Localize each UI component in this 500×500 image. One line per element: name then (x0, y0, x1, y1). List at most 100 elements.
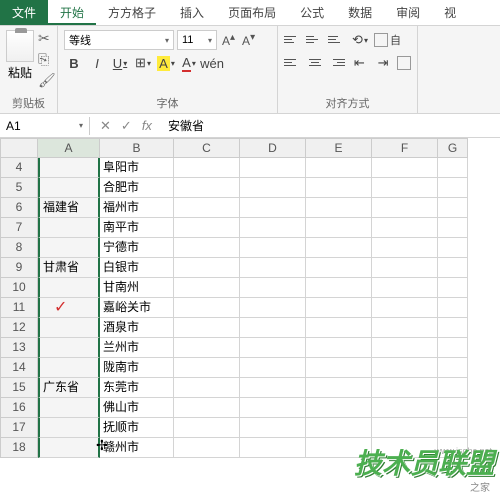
cell[interactable] (438, 418, 468, 438)
tab-home[interactable]: 开始 (48, 0, 96, 25)
row-header[interactable]: 14 (0, 358, 38, 378)
cell[interactable] (438, 338, 468, 358)
cell[interactable] (174, 158, 240, 178)
row-header[interactable]: 15 (0, 378, 38, 398)
orientation-button[interactable]: ⟲▾ (350, 30, 370, 50)
wrap-text-button[interactable]: 自 (374, 30, 401, 50)
cell[interactable] (306, 278, 372, 298)
cell[interactable] (38, 218, 100, 238)
cell[interactable] (306, 358, 372, 378)
cell[interactable] (306, 218, 372, 238)
cell[interactable] (438, 378, 468, 398)
cell[interactable] (306, 378, 372, 398)
cell[interactable] (306, 238, 372, 258)
row-header[interactable]: 9 (0, 258, 38, 278)
cell[interactable]: 抚顺市 (100, 418, 174, 438)
indent-increase-button[interactable]: ⇥ (373, 53, 393, 73)
cell[interactable]: 甘肃省 (38, 258, 100, 278)
align-top-button[interactable] (284, 30, 302, 48)
column-header-d[interactable]: D (240, 138, 306, 158)
align-bottom-button[interactable] (328, 30, 346, 48)
tab-data[interactable]: 数据 (336, 0, 384, 25)
cell[interactable] (240, 378, 306, 398)
cell[interactable] (438, 278, 468, 298)
tab-view[interactable]: 视 (432, 0, 468, 25)
cell[interactable] (438, 358, 468, 378)
cell[interactable] (38, 178, 100, 198)
cell[interactable] (240, 158, 306, 178)
cell[interactable] (306, 318, 372, 338)
cell[interactable] (38, 438, 100, 458)
cell[interactable]: 甘南州 (100, 278, 174, 298)
column-header-b[interactable]: B (100, 138, 174, 158)
bold-button[interactable]: B (64, 53, 84, 73)
paste-button[interactable]: 粘贴 (6, 30, 34, 89)
copy-icon[interactable]: ⎘ (38, 51, 56, 68)
cell[interactable] (372, 398, 438, 418)
row-header[interactable]: 17 (0, 418, 38, 438)
row-header[interactable]: 8 (0, 238, 38, 258)
cell[interactable] (240, 178, 306, 198)
cell[interactable] (438, 198, 468, 218)
row-header[interactable]: 16 (0, 398, 38, 418)
tab-review[interactable]: 审阅 (384, 0, 432, 25)
tab-formula[interactable]: 公式 (288, 0, 336, 25)
cell[interactable] (174, 198, 240, 218)
row-header[interactable]: 12 (0, 318, 38, 338)
phonetic-button[interactable]: wén (202, 53, 222, 73)
column-header-a[interactable]: A (38, 138, 100, 158)
cell[interactable]: 合肥市 (100, 178, 174, 198)
cell[interactable] (240, 338, 306, 358)
column-header-e[interactable]: E (306, 138, 372, 158)
cell[interactable]: 兰州市 (100, 338, 174, 358)
cell[interactable]: 嘉峪关市 (100, 298, 174, 318)
cell[interactable] (174, 418, 240, 438)
tab-file[interactable]: 文件 (0, 0, 48, 25)
cell[interactable] (306, 198, 372, 218)
formula-input[interactable]: 安徽省 (162, 115, 500, 136)
cell[interactable]: 福建省 (38, 198, 100, 218)
cell[interactable] (174, 238, 240, 258)
cell[interactable] (372, 318, 438, 338)
cell[interactable] (372, 338, 438, 358)
cell[interactable]: 阜阳市 (100, 158, 174, 178)
cell[interactable] (174, 298, 240, 318)
cell[interactable] (306, 338, 372, 358)
underline-button[interactable]: U▾ (110, 53, 130, 73)
cell[interactable] (38, 278, 100, 298)
cell[interactable] (240, 438, 306, 458)
cell[interactable] (372, 218, 438, 238)
select-all-corner[interactable] (0, 138, 38, 158)
cell[interactable] (306, 258, 372, 278)
cell[interactable]: 东莞市 (100, 378, 174, 398)
cell[interactable]: 广东省 (38, 378, 100, 398)
cell[interactable] (174, 378, 240, 398)
cell[interactable]: 白银市 (100, 258, 174, 278)
cell[interactable] (38, 158, 100, 178)
cell[interactable] (174, 338, 240, 358)
italic-button[interactable]: I (87, 53, 107, 73)
row-header[interactable]: 10 (0, 278, 38, 298)
cell[interactable] (38, 238, 100, 258)
border-button[interactable]: ⊞▾ (133, 53, 153, 73)
enter-icon[interactable]: ✓ (121, 118, 132, 134)
cell[interactable]: 酒泉市 (100, 318, 174, 338)
row-header[interactable]: 6 (0, 198, 38, 218)
row-header[interactable]: 11 (0, 298, 38, 318)
font-color-button[interactable]: A▾ (179, 53, 199, 73)
cancel-icon[interactable]: ✕ (100, 118, 111, 134)
cell[interactable]: 佛山市 (100, 398, 174, 418)
cell[interactable] (240, 358, 306, 378)
cell[interactable] (306, 178, 372, 198)
cell[interactable] (174, 258, 240, 278)
indent-decrease-button[interactable]: ⇤ (349, 53, 369, 73)
cell[interactable] (174, 438, 240, 458)
column-header-f[interactable]: F (372, 138, 438, 158)
cell[interactable] (38, 418, 100, 438)
cell[interactable] (174, 278, 240, 298)
cell[interactable] (306, 398, 372, 418)
cell[interactable]: 南平市 (100, 218, 174, 238)
cell[interactable] (438, 178, 468, 198)
fx-button[interactable]: fx (142, 118, 152, 134)
row-header[interactable]: 7 (0, 218, 38, 238)
